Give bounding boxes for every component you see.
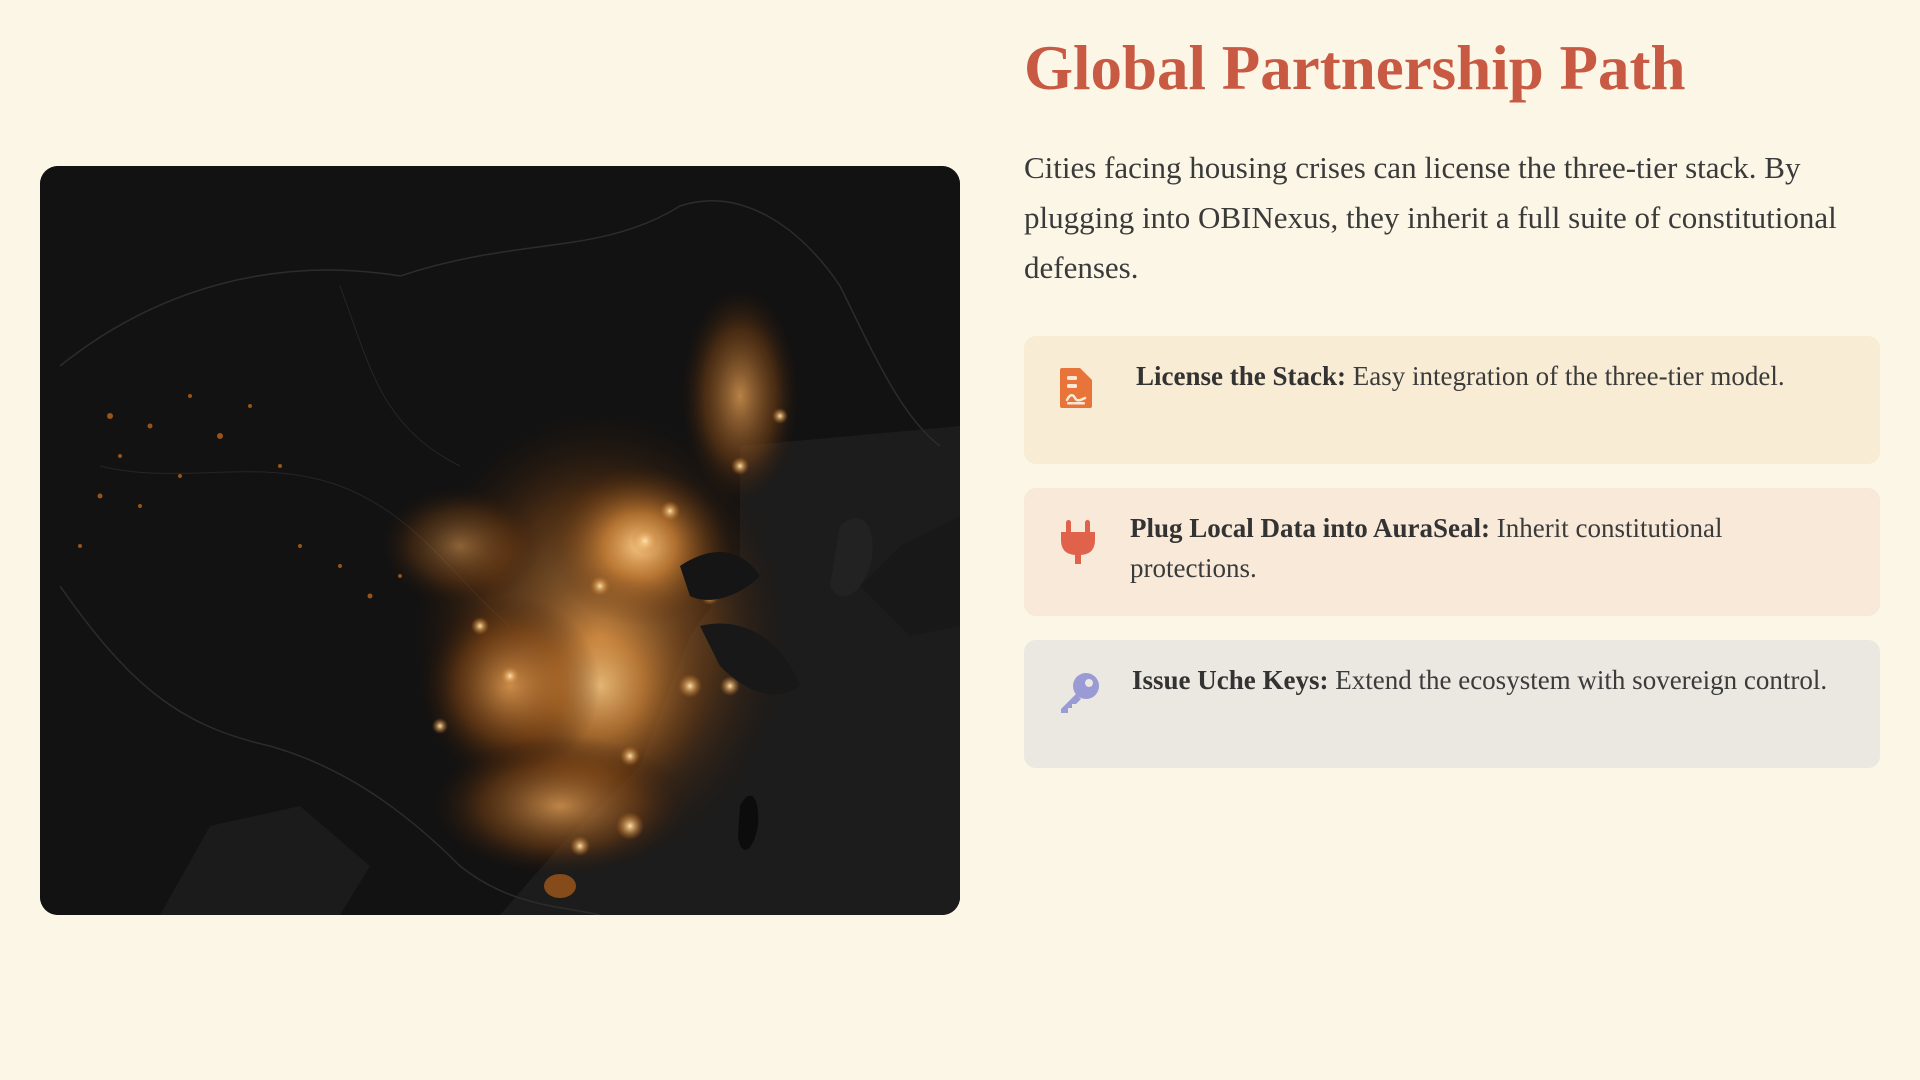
card-heading: Issue Uche Keys: [1132, 665, 1329, 695]
card-description: Extend the ecosystem with sovereign cont… [1328, 665, 1828, 695]
intro-paragraph: Cities facing housing crises can license… [1024, 150, 1837, 285]
card-text: License the Stack: Easy integration of t… [1136, 356, 1856, 396]
card-description: Easy integration of the three-tier model… [1345, 361, 1785, 391]
night-lights-map-image [40, 166, 960, 915]
card-license-stack: License the Stack: Easy integration of t… [1024, 336, 1880, 464]
card-text: Plug Local Data into AuraSeal: Inherit c… [1130, 508, 1850, 588]
card-heading: Plug Local Data into AuraSeal: [1130, 513, 1491, 543]
page-title: Global Partnership Path [1024, 33, 1686, 103]
card-plug-local-data: Plug Local Data into AuraSeal: Inherit c… [1024, 488, 1880, 616]
file-document-icon [1058, 366, 1102, 414]
card-text: Issue Uche Keys: Extend the ecosystem wi… [1132, 660, 1852, 700]
card-issue-uche-keys: Issue Uche Keys: Extend the ecosystem wi… [1024, 640, 1880, 768]
card-heading: License the Stack: [1136, 361, 1346, 391]
page: Global Partnership Path Cities facing ho… [0, 0, 1920, 1080]
key-icon [1058, 670, 1102, 718]
plug-icon [1058, 518, 1102, 566]
